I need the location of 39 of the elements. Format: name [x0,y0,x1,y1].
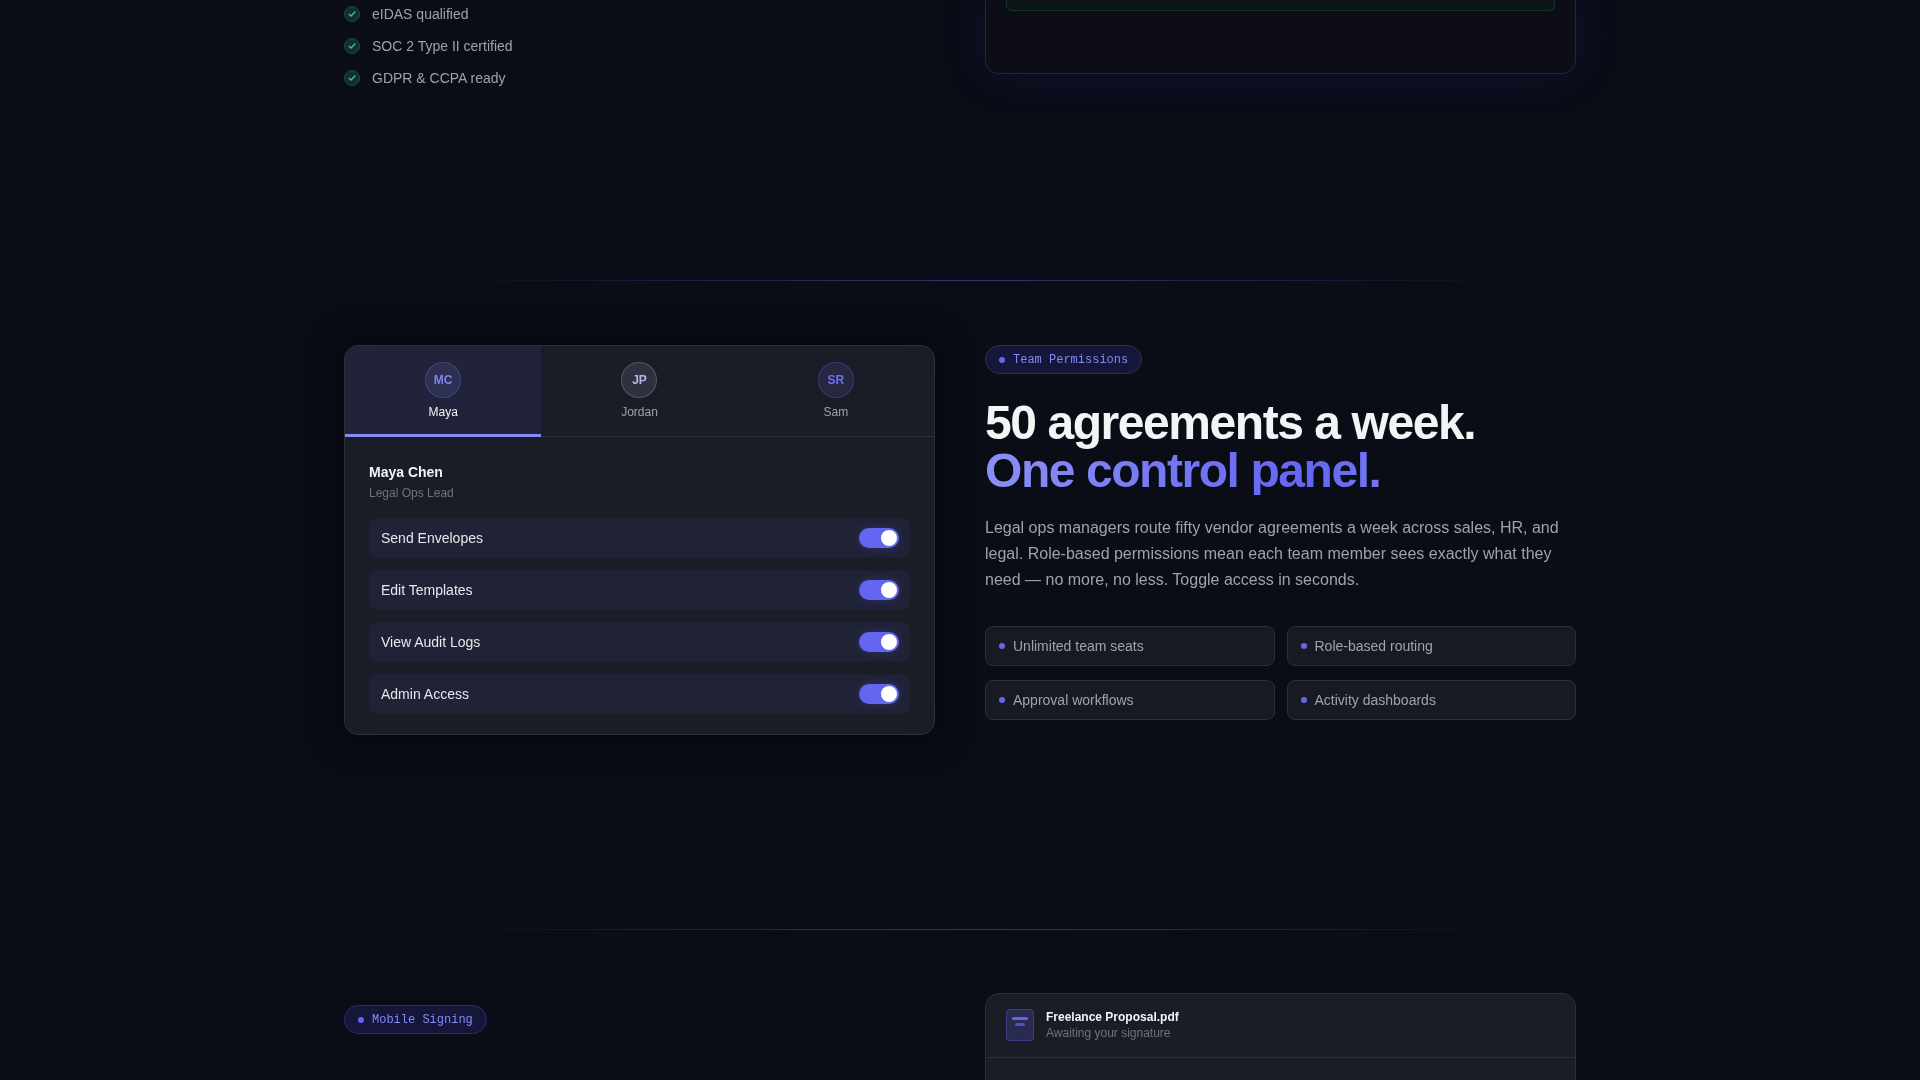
feature-label: Approval workflows [1013,692,1134,708]
member-name: Maya Chen [369,464,444,481]
dot-icon [999,356,1005,363]
section-description: Legal ops managers route fifty vendor agreements a week across sales, HR, and legal. Role-based permissions mean each team member sees exactly what they need — no more, no less. Toggle access in seconds. [985,518,1560,590]
badge-label: Team Permissions [1013,352,1129,367]
document-icon [1006,1009,1034,1041]
document-status: Awaiting your signature [1046,1026,1172,1040]
feature-label: Activity dashboards [1314,692,1436,708]
member-tab[interactable]: MC Maya [345,346,542,437]
check-circle-icon [344,38,360,54]
feature-label: Unlimited team seats [1013,638,1144,654]
compliance-label: eIDAS qualified [372,6,469,22]
badge-label: Mobile Signing [372,1012,473,1027]
toggle-switch[interactable] [859,580,899,600]
toggle-switch[interactable] [859,632,899,652]
toggle-switch[interactable] [859,684,899,704]
permission-label: Send Envelopes [381,530,483,546]
avatar: JP [621,362,658,398]
bullet-dot-icon [1300,697,1307,703]
member-tab[interactable]: JP Jordan [541,346,738,437]
permission-label: Admin Access [381,686,469,702]
avatar: MC [425,362,462,398]
member-tab[interactable]: SR Sam [737,346,934,437]
check-circle-icon [344,70,360,86]
avatar: SR [817,362,854,398]
toggle-switch[interactable] [859,528,899,548]
member-role: Legal Ops Lead [369,486,455,500]
permission-label: Edit Templates [381,582,473,598]
compliance-label: SOC 2 Type II certified [372,38,513,54]
bullet-dot-icon [999,697,1005,703]
section-heading: 50 agreements a week. [985,399,1477,447]
bullet-dot-icon [1300,643,1307,649]
document-name: Freelance Proposal.pdf [1046,1010,1179,1024]
bullet-dot-icon [999,643,1005,649]
dot-icon [358,1016,364,1023]
permission-label: View Audit Logs [381,634,481,650]
compliance-label: GDPR & CCPA ready [372,70,506,86]
feature-label: Role-based routing [1314,638,1433,654]
check-circle-icon [344,6,360,22]
